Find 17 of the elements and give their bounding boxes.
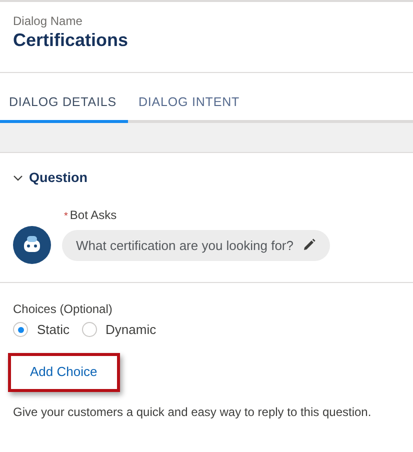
- chevron-icon[interactable]: [13, 174, 23, 180]
- radio-button[interactable]: [13, 322, 28, 337]
- bot-avatar-icon: [13, 226, 51, 264]
- radio-label: Dynamic: [106, 322, 156, 337]
- section-title: Question: [29, 170, 88, 185]
- field-label: Choices (Optional): [13, 302, 114, 316]
- field-label: Bot Asks: [70, 208, 117, 222]
- edit-icon[interactable]: [302, 238, 316, 252]
- field-label: Dialog Name: [13, 14, 84, 28]
- tab[interactable]: DIALOG INTENT: [128, 95, 252, 123]
- required-mark: *: [64, 211, 68, 222]
- radio-label: Static: [37, 322, 70, 337]
- add-choice-button[interactable]: Add Choice: [11, 356, 118, 389]
- help-text: Give your customers a quick and easy way to reply to this question.: [13, 405, 372, 419]
- dialog-title: Certifications: [13, 30, 130, 51]
- message-bubble[interactable]: What certification are you looking for?: [62, 230, 330, 260]
- radio-button[interactable]: [82, 322, 97, 337]
